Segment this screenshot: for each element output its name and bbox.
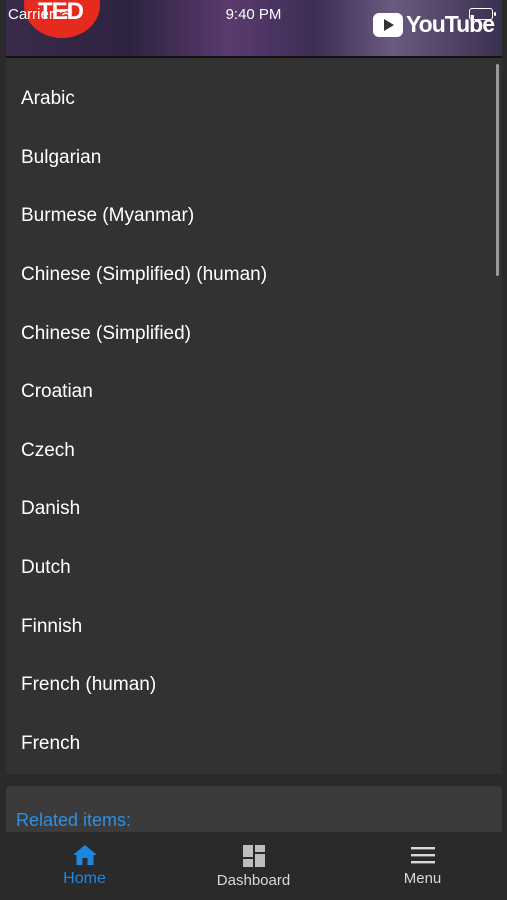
language-item[interactable]: French — [6, 715, 502, 774]
language-item[interactable]: Burmese (Myanmar) — [6, 187, 502, 246]
tab-menu-label: Menu — [403, 870, 442, 887]
language-item[interactable]: Arabic — [6, 70, 502, 129]
tab-menu[interactable]: Menu — [338, 832, 507, 900]
language-item[interactable]: Chinese (Simplified) (human) — [6, 246, 502, 305]
battery-icon — [469, 8, 496, 20]
language-list[interactable]: Arabic Bulgarian Burmese (Myanmar) Chine… — [6, 58, 502, 774]
status-bar: Carrier 9:40 PM — [0, 0, 507, 28]
language-item[interactable]: Chinese (Simplified) — [6, 304, 502, 363]
status-time: 9:40 PM — [225, 6, 282, 23]
tab-home[interactable]: Home — [0, 832, 169, 900]
related-items-label: Related items: — [16, 810, 132, 830]
language-item[interactable]: Croatian — [6, 363, 502, 422]
language-item[interactable]: Dutch — [6, 539, 502, 598]
tab-home-label: Home — [63, 870, 106, 887]
language-item[interactable]: Finnish — [6, 597, 502, 656]
menu-icon — [410, 847, 435, 864]
related-items-panel: Related items: — [6, 786, 502, 836]
bottom-tab-bar: Home Dashboard Menu — [0, 832, 507, 900]
language-item[interactable]: Danish — [6, 480, 502, 539]
tab-dashboard-label: Dashboard — [216, 872, 291, 889]
list-scrollbar[interactable] — [496, 64, 499, 276]
language-item[interactable]: Czech — [6, 422, 502, 481]
language-item[interactable]: Bulgarian — [6, 129, 502, 188]
home-icon — [72, 845, 97, 865]
tab-dashboard[interactable]: Dashboard — [169, 832, 338, 900]
language-item[interactable]: French (human) — [6, 656, 502, 715]
dashboard-icon — [242, 845, 265, 867]
